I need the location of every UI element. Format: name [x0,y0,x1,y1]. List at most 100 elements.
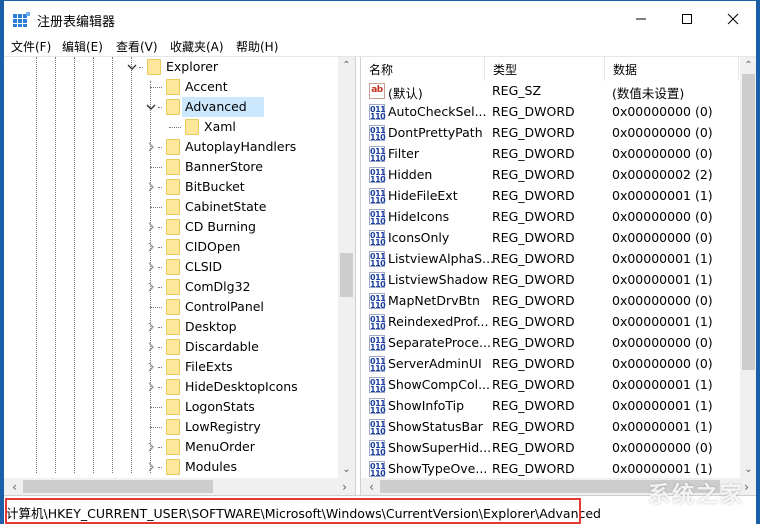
tree-item-label: BannerStore [185,159,263,174]
tree-item[interactable]: BannerStore [4,157,338,177]
chevron-right-icon[interactable] [146,241,156,253]
scroll-right-arrow-icon[interactable]: › [336,478,353,495]
tree-item-label: Explorer [166,59,219,74]
chevron-right-icon[interactable] [146,381,156,393]
chevron-right-icon[interactable] [146,461,156,473]
value-name: AutoCheckSel... [388,104,487,119]
tree-item[interactable]: AutoplayHandlers [4,137,338,157]
chevron-right-icon[interactable] [146,181,156,193]
menu-edit[interactable]: 编辑(E) [62,38,103,55]
tree-item[interactable]: Explorer [4,57,338,77]
value-data: (数值未设置) [612,86,685,101]
menu-favorites[interactable]: 收藏夹(A) [170,38,224,55]
value-name: IconsOnly [388,230,450,245]
chevron-right-icon[interactable] [146,441,156,453]
value-type: REG_DWORD [492,335,575,350]
column-header-type[interactable]: 类型 [485,57,605,81]
chevron-right-icon[interactable] [146,221,156,233]
value-row[interactable]: 011 110 Filter REG_DWORD 0x00000000 (0) [361,144,739,165]
tree-item[interactable]: Xaml [4,117,338,137]
tree-vscroll-thumb[interactable] [340,253,353,297]
tree-item[interactable]: FileExts [4,357,338,377]
chevron-right-icon[interactable] [146,261,156,273]
tree-item[interactable]: Advanced [4,97,338,117]
close-button[interactable] [710,1,756,37]
tree-item[interactable]: Desktop [4,317,338,337]
column-header-data[interactable]: 数据 [605,57,739,81]
chevron-down-icon[interactable] [146,101,156,113]
folder-icon [166,79,180,95]
tree-vertical-scrollbar[interactable]: ⌃ ⌄ [338,57,355,478]
scroll-left-arrow-icon[interactable]: ‹ [6,478,23,495]
column-header-name[interactable]: 名称 [361,57,485,81]
tree-item[interactable]: MenuOrder [4,437,338,457]
chevron-right-icon[interactable] [146,141,156,153]
value-row[interactable]: 011 110 IconsOnly REG_DWORD 0x00000000 (0) [361,228,739,249]
value-row[interactable]: 011 110 ShowStatusBar REG_DWORD 0x00000001 (… [361,417,739,438]
tree-connector [150,207,162,208]
value-row[interactable]: 011 110 ServerAdminUI REG_DWORD 0x00000000 (… [361,354,739,375]
scroll-up-arrow-icon[interactable]: ⌃ [338,57,355,74]
tree-connector [150,87,162,88]
tree-item[interactable]: LowRegistry [4,417,338,437]
chevron-right-icon[interactable] [146,341,156,353]
value-row[interactable]: 011 110 HideIcons REG_DWORD 0x00000000 (0) [361,207,739,228]
value-data: 0x00000000 (0) [612,230,713,245]
minimize-button[interactable] [618,1,664,37]
tree-connector [158,327,162,328]
folder-icon [166,199,180,215]
tree-item[interactable]: CD Burning [4,217,338,237]
list-vertical-scrollbar[interactable]: ⌃ ⌄ [740,57,756,478]
dword-value-icon: 011 110 [369,356,386,373]
value-row[interactable]: 011 110 ReindexedProf... REG_DWORD 0x0000000… [361,312,739,333]
value-data: 0x00000001 (1) [612,188,713,203]
scroll-left-arrow-icon[interactable]: ‹ [363,478,380,495]
value-data: 0x00000001 (1) [612,419,713,434]
value-row[interactable]: 011 110 DontPrettyPath REG_DWORD 0x00000000 … [361,123,739,144]
menu-file[interactable]: 文件(F) [11,38,51,55]
value-row[interactable]: 011 110 ShowSuperHid... REG_DWORD 0x00000000… [361,438,739,459]
value-row[interactable]: 011 110 MapNetDrvBtn REG_DWORD 0x00000000 (0… [361,291,739,312]
values-list-pane[interactable]: 名称 类型 数据 ab (默认) REG_SZ (数值未设置) 011 110 AutoCh… [360,57,756,495]
value-row[interactable]: 011 110 ListviewShadow REG_DWORD 0x00000001 … [361,270,739,291]
tree-horizontal-scrollbar[interactable]: ‹ › [4,478,355,495]
tree-item[interactable]: CIDOpen [4,237,338,257]
tree-hscroll-thumb[interactable] [23,480,213,493]
chevron-right-icon[interactable] [146,281,156,293]
dword-value-icon: 011 110 [369,230,386,247]
value-row[interactable]: 011 110 AutoCheckSel... REG_DWORD 0x00000000… [361,102,739,123]
list-vscroll-thumb[interactable] [742,74,755,370]
tree-item[interactable]: CLSID [4,257,338,277]
value-row[interactable]: 011 110 Hidden REG_DWORD 0x00000002 (2) [361,165,739,186]
tree-item[interactable]: ControlPanel [4,297,338,317]
tree-item[interactable]: LogonStats [4,397,338,417]
tree-item[interactable]: Modules [4,457,338,477]
tree-item[interactable]: Accent [4,77,338,97]
tree-item[interactable]: HideDesktopIcons [4,377,338,397]
tree-connector [169,127,181,128]
scroll-down-arrow-icon[interactable]: ⌄ [338,461,355,478]
menu-help[interactable]: 帮助(H) [236,38,278,55]
value-row[interactable]: 011 110 HideFileExt REG_DWORD 0x00000001 (1) [361,186,739,207]
value-row[interactable]: 011 110 ShowCompCol... REG_DWORD 0x00000001 … [361,375,739,396]
tree-item[interactable]: ComDlg32 [4,277,338,297]
value-row[interactable]: 011 110 ListviewAlphaS... REG_DWORD 0x000000… [361,249,739,270]
value-row[interactable]: 011 110 SeparateProce... REG_DWORD 0x0000000… [361,333,739,354]
tree-item[interactable]: BitBucket [4,177,338,197]
scroll-down-arrow-icon[interactable]: ⌄ [740,461,756,478]
key-tree-pane[interactable]: Explorer Accent Advanced Xaml AutoplayHandle… [4,57,356,495]
close-icon [727,13,739,25]
value-row[interactable]: 011 110 ShowInfoTip REG_DWORD 0x00000001 (1) [361,396,739,417]
chevron-right-icon[interactable] [146,321,156,333]
value-data: 0x00000000 (0) [612,293,713,308]
value-row[interactable]: ab (默认) REG_SZ (数值未设置) [361,81,739,102]
chevron-right-icon[interactable] [146,361,156,373]
chevron-down-icon[interactable] [127,61,137,73]
tree-item[interactable]: Discardable [4,337,338,357]
dword-value-icon: 011 110 [369,104,386,121]
tree-item[interactable]: CabinetState [4,197,338,217]
maximize-button[interactable] [664,1,710,37]
menu-view[interactable]: 查看(V) [116,38,158,55]
scroll-up-arrow-icon[interactable]: ⌃ [740,57,756,74]
value-type: REG_DWORD [492,461,575,476]
